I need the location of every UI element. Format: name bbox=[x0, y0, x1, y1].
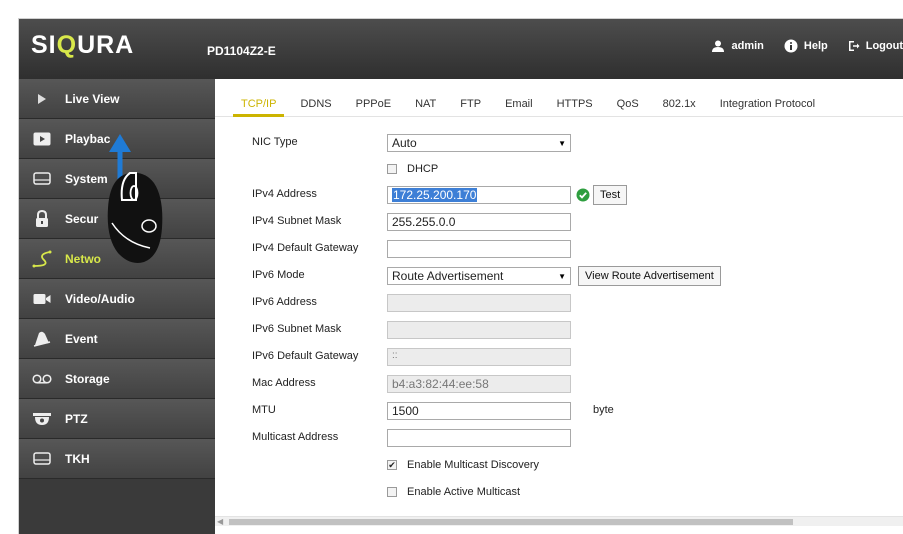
ipv6-mask-label: IPv6 Subnet Mask bbox=[252, 323, 342, 335]
mtu-input[interactable]: 1500 bbox=[387, 402, 571, 420]
row-ipv6-mask: IPv6 Subnet Mask bbox=[215, 320, 903, 340]
sidebar-item-ptz[interactable]: PTZ bbox=[19, 399, 215, 439]
monitor-icon bbox=[32, 449, 52, 469]
app-frame: SIQURA PD1104Z2-E admin Help Logout Live… bbox=[19, 19, 903, 534]
tab-8021x[interactable]: 802.1x bbox=[663, 98, 696, 117]
ipv6-address-label: IPv6 Address bbox=[252, 296, 317, 308]
row-ipv4-mask: IPv4 Subnet Mask 255.255.0.0 bbox=[215, 212, 903, 232]
tab-pppoe[interactable]: PPPoE bbox=[356, 98, 391, 117]
help-button[interactable]: Help bbox=[784, 39, 828, 53]
network-tab-bar: TCP/IP DDNS PPPoE NAT FTP Email HTTPS Qo… bbox=[215, 79, 903, 117]
ipv4-address-input[interactable]: 172.25.200.170 bbox=[387, 186, 571, 204]
mtu-label: MTU bbox=[252, 404, 276, 416]
event-icon bbox=[32, 329, 52, 349]
row-mtu: MTU 1500 byte bbox=[215, 401, 903, 421]
playback-icon bbox=[32, 129, 52, 149]
row-ipv4-gateway: IPv4 Default Gateway bbox=[215, 239, 903, 259]
ipv6-gateway-input: :: bbox=[387, 348, 571, 366]
monitor-icon bbox=[32, 169, 52, 189]
row-nic-type: NIC Type Auto ▼ bbox=[215, 133, 903, 153]
view-route-advertisement-button[interactable]: View Route Advertisement bbox=[578, 266, 721, 286]
sidebar-item-live-view[interactable]: Live View bbox=[19, 79, 215, 119]
top-header: SIQURA PD1104Z2-E admin Help Logout bbox=[19, 19, 903, 79]
device-model: PD1104Z2-E bbox=[207, 44, 276, 58]
tab-integration-protocol[interactable]: Integration Protocol bbox=[720, 98, 815, 117]
ipv6-mask-input bbox=[387, 321, 571, 339]
ipv6-mode-select[interactable]: Route Advertisement ▼ bbox=[387, 267, 571, 285]
row-ipv4-address: IPv4 Address 172.25.200.170 Test bbox=[215, 185, 903, 205]
sidebar-item-tkh[interactable]: TKH bbox=[19, 439, 215, 479]
tab-tcpip[interactable]: TCP/IP bbox=[232, 98, 286, 117]
ipv4-mask-input[interactable]: 255.255.0.0 bbox=[387, 213, 571, 231]
checkbox-box bbox=[387, 164, 397, 174]
dropdown-arrow-icon: ▼ bbox=[558, 271, 566, 281]
user-icon bbox=[712, 40, 725, 52]
active-multicast-checkbox[interactable]: Enable Active Multicast bbox=[387, 486, 520, 498]
row-active-multicast: Enable Active Multicast bbox=[215, 482, 903, 502]
tab-ftp[interactable]: FTP bbox=[460, 98, 481, 117]
play-triangle-icon bbox=[32, 89, 52, 109]
row-dhcp: DHCP bbox=[215, 160, 903, 180]
ipv6-address-input bbox=[387, 294, 571, 312]
dropdown-arrow-icon: ▼ bbox=[558, 138, 566, 148]
info-icon bbox=[784, 39, 798, 53]
tab-qos[interactable]: QoS bbox=[617, 98, 639, 117]
tab-nat[interactable]: NAT bbox=[415, 98, 436, 117]
test-button[interactable]: Test bbox=[593, 185, 628, 205]
row-multicast-discovery: ✔ Enable Multicast Discovery bbox=[215, 455, 903, 475]
row-multicast-address: Multicast Address bbox=[215, 428, 903, 448]
multicast-address-label: Multicast Address bbox=[252, 431, 339, 443]
ipv6-gateway-label: IPv6 Default Gateway bbox=[252, 350, 359, 362]
sidebar-item-event[interactable]: Event bbox=[19, 319, 215, 359]
network-icon bbox=[32, 249, 52, 269]
scrollbar-thumb[interactable] bbox=[229, 519, 793, 525]
nic-type-label: NIC Type bbox=[252, 136, 298, 148]
tab-email[interactable]: Email bbox=[505, 98, 533, 117]
ptz-icon bbox=[32, 409, 52, 429]
mac-address-label: Mac Address bbox=[252, 377, 316, 389]
tab-https[interactable]: HTTPS bbox=[557, 98, 593, 117]
header-actions: admin Help Logout bbox=[691, 39, 903, 53]
mtu-unit: byte bbox=[593, 404, 614, 416]
row-ipv6-gateway: IPv6 Default Gateway :: bbox=[215, 347, 903, 367]
ipv4-gateway-input[interactable] bbox=[387, 240, 571, 258]
ipv4-mask-label: IPv4 Subnet Mask bbox=[252, 215, 342, 227]
lock-icon bbox=[32, 209, 52, 229]
logout-button[interactable]: Logout bbox=[848, 40, 903, 52]
ipv4-address-label: IPv4 Address bbox=[252, 188, 317, 200]
mac-address-input: b4:a3:82:44:ee:58 bbox=[387, 375, 571, 393]
siqura-logo: SIQURA bbox=[31, 31, 135, 59]
checkbox-checked-icon: ✔ bbox=[387, 459, 397, 470]
checkbox-box bbox=[387, 487, 397, 497]
multicast-address-input[interactable] bbox=[387, 429, 571, 447]
ipv6-mode-label: IPv6 Mode bbox=[252, 269, 305, 281]
sidebar-item-storage[interactable]: Storage bbox=[19, 359, 215, 399]
dhcp-checkbox[interactable]: DHCP bbox=[387, 163, 438, 175]
logout-icon bbox=[848, 41, 860, 51]
scroll-left-arrow-icon[interactable]: ◀ bbox=[217, 517, 223, 526]
tab-ddns[interactable]: DDNS bbox=[300, 98, 331, 117]
ipv4-gateway-label: IPv4 Default Gateway bbox=[252, 242, 359, 254]
row-ipv6-address: IPv6 Address bbox=[215, 293, 903, 313]
storage-icon bbox=[32, 369, 52, 389]
camera-icon bbox=[32, 289, 52, 309]
mouse-drag-overlay-icon bbox=[100, 128, 178, 291]
nic-type-select[interactable]: Auto ▼ bbox=[387, 134, 571, 152]
multicast-discovery-checkbox[interactable]: ✔ Enable Multicast Discovery bbox=[387, 459, 539, 471]
user-menu[interactable]: admin bbox=[711, 40, 764, 52]
check-ok-icon bbox=[576, 188, 590, 202]
row-ipv6-mode: IPv6 Mode Route Advertisement ▼ View Rou… bbox=[215, 266, 903, 286]
horizontal-scrollbar[interactable]: ◀ bbox=[215, 516, 903, 526]
row-mac-address: Mac Address b4:a3:82:44:ee:58 bbox=[215, 374, 903, 394]
